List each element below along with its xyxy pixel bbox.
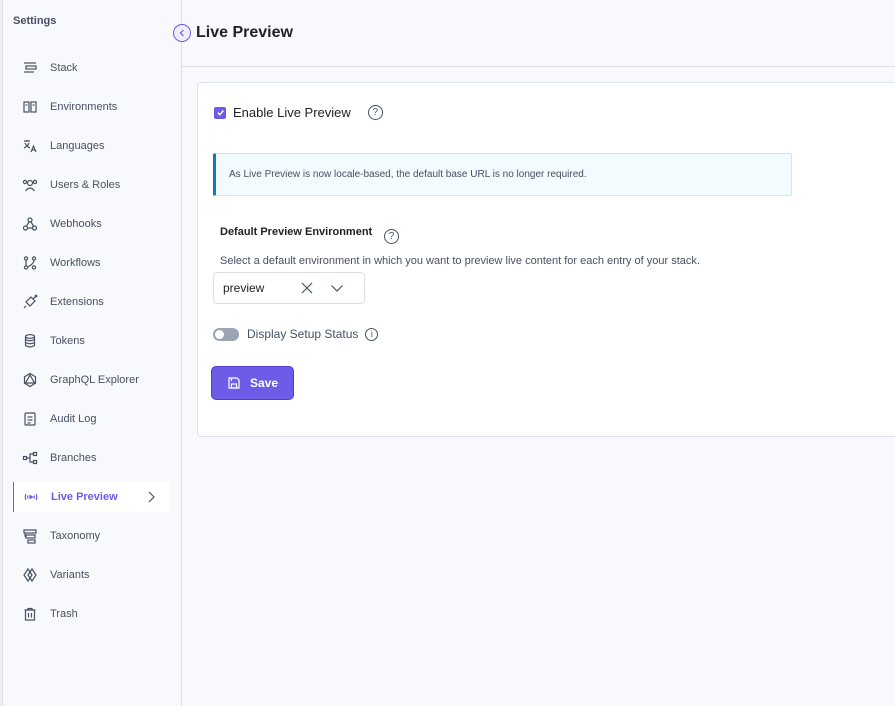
sidebar-item-label: Extensions (50, 296, 104, 308)
languages-icon (21, 137, 39, 155)
chevron-right-icon (144, 489, 158, 508)
info-note-text: As Live Preview is now locale-based, the… (229, 169, 587, 180)
page-header: Live Preview (173, 0, 895, 67)
taxonomy-icon (21, 527, 39, 545)
default-preview-environment-description: Select a default environment in which yo… (220, 255, 700, 267)
sidebar-item-variants[interactable]: Variants (13, 560, 170, 590)
help-icon[interactable]: ? (367, 105, 383, 120)
help-icon[interactable]: ? (384, 229, 399, 244)
sidebar-item-audit-log[interactable]: Audit Log (13, 404, 170, 434)
info-icon[interactable]: i (365, 327, 379, 341)
sidebar-item-label: Users & Roles (50, 179, 121, 191)
sidebar-item-stack[interactable]: Stack (13, 53, 170, 83)
stack-icon (21, 59, 39, 77)
save-icon (227, 376, 241, 390)
sidebar-item-taxonomy[interactable]: Taxonomy (13, 521, 170, 551)
sidebar-item-label: Live Preview (51, 491, 118, 503)
live-preview-settings-card: Enable Live Preview ? As Live Preview is… (197, 82, 895, 437)
chevron-down-icon[interactable] (329, 280, 345, 296)
display-setup-status-row: Display Setup Status i (213, 327, 379, 341)
sidebar-item-environments[interactable]: Environments (13, 92, 170, 122)
display-setup-status-label: Display Setup Status (247, 327, 359, 341)
branches-icon (21, 449, 39, 467)
clear-selection-icon[interactable] (299, 280, 315, 296)
sidebar-item-label: GraphQL Explorer (50, 374, 139, 386)
sidebar-item-graphql-explorer[interactable]: GraphQL Explorer (13, 365, 170, 395)
save-button-label: Save (249, 376, 279, 390)
chevron-left-icon (179, 29, 184, 37)
tokens-icon (21, 332, 39, 350)
sidebar-item-label: Environments (50, 101, 118, 113)
live-preview-icon (22, 488, 40, 506)
sidebar-item-languages[interactable]: Languages (13, 131, 170, 161)
sidebar-item-webhooks[interactable]: Webhooks (13, 209, 170, 239)
checkmark-icon (216, 110, 224, 116)
environments-icon (21, 98, 39, 116)
default-preview-environment-title: Default Preview Environment (220, 226, 373, 238)
trash-icon (21, 605, 39, 623)
sidebar-item-workflows[interactable]: Workflows (13, 248, 170, 278)
sidebar-item-trash[interactable]: Trash (13, 599, 170, 629)
sidebar-item-label: Audit Log (50, 413, 97, 425)
sidebar-item-label: Taxonomy (50, 530, 101, 542)
enable-live-preview-row: Enable Live Preview ? (214, 105, 383, 120)
sidebar-item-label: Variants (50, 569, 90, 581)
sidebar-item-label: Webhooks (50, 218, 102, 230)
sidebar-item-label: Languages (50, 140, 105, 152)
sidebar-item-label: Trash (50, 608, 78, 620)
page-title: Live Preview (196, 24, 293, 41)
sidebar-item-label: Tokens (50, 335, 85, 347)
sidebar-title: Settings (13, 15, 57, 27)
audit-log-icon (21, 410, 39, 428)
settings-sidebar: Settings Stack Environments Languages Us… (3, 0, 182, 706)
enable-live-preview-label: Enable Live Preview (233, 105, 351, 120)
environment-select-value: preview (223, 281, 265, 295)
sidebar-item-branches[interactable]: Branches (13, 443, 170, 473)
display-setup-status-toggle[interactable] (213, 327, 239, 341)
workflows-icon (21, 254, 39, 272)
sidebar-item-label: Stack (50, 62, 78, 74)
info-note: As Live Preview is now locale-based, the… (213, 153, 792, 196)
sidebar-item-label: Branches (50, 452, 97, 464)
variants-icon (21, 566, 39, 584)
environment-select[interactable]: preview (213, 272, 365, 304)
sidebar-item-extensions[interactable]: Extensions (13, 287, 170, 317)
collapse-sidebar-button[interactable] (173, 24, 191, 42)
users-icon (21, 176, 39, 194)
webhooks-icon (21, 215, 39, 233)
sidebar-item-tokens[interactable]: Tokens (13, 326, 170, 356)
sidebar-item-live-preview[interactable]: Live Preview (13, 482, 170, 512)
graphql-icon (21, 371, 39, 389)
save-button[interactable]: Save (212, 367, 293, 399)
sidebar-item-users-roles[interactable]: Users & Roles (13, 170, 170, 200)
enable-live-preview-checkbox[interactable] (214, 106, 226, 119)
sidebar-item-label: Workflows (50, 257, 101, 269)
extensions-icon (21, 293, 39, 311)
